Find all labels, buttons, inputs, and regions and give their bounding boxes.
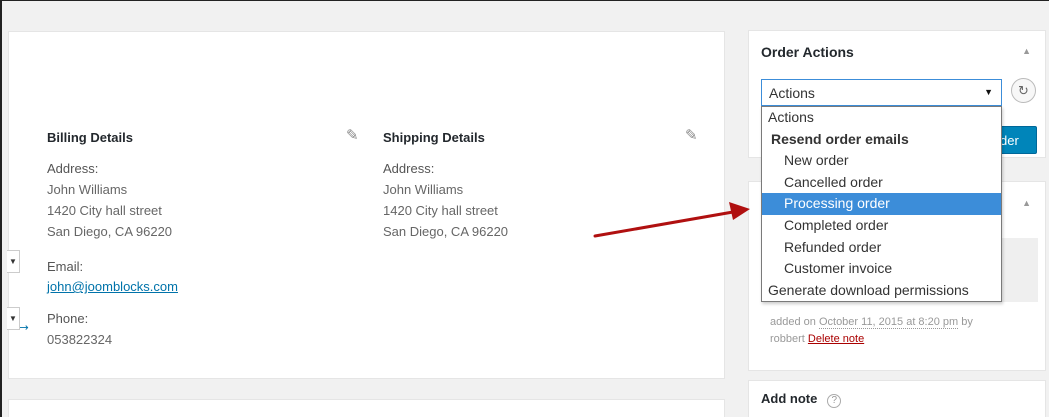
status-select-edge[interactable]: ▼ [7,250,20,273]
order-actions-select[interactable]: Actions ▼ [761,79,1002,106]
bottom-panel [8,399,725,417]
collapse-triangle-up-icon[interactable]: ▲ [1022,198,1031,208]
shipping-address-line: John Williams [383,182,464,197]
edit-billing-pencil-icon[interactable]: ✎ [346,126,359,144]
collapse-triangle-up-icon[interactable]: ▲ [1022,46,1031,56]
billing-address-line: 1420 City hall street [47,203,162,218]
question-circle-icon[interactable]: ? [827,394,842,408]
dropdown-option-actions[interactable]: Actions [762,107,1001,129]
annotation-arrow-shaft [593,210,735,238]
billing-address-label: Address: [47,161,99,176]
dropdown-option-refunded-order[interactable]: Refunded order [762,237,1001,259]
billing-phone-label: Phone: [47,311,89,326]
annotation-arrow-head [729,202,750,220]
note-meta: added on October 11, 2015 at 8:20 pm by … [770,314,973,348]
note-date: October 11, 2015 at 8:20 pm [818,316,959,329]
billing-email-link[interactable]: john@joomblocks.com [47,277,367,297]
note-added-prefix: added on [770,316,816,328]
dropdown-option-cancelled-order[interactable]: Cancelled order [762,172,1001,194]
billing-email-label: Email: [47,259,84,274]
dropdown-group-resend-emails: Resend order emails [771,130,909,147]
annotation-red-arrow-icon [593,202,750,238]
dropdown-option-processing-order[interactable]: Processing order [762,193,1001,215]
note-author: robbert [770,333,805,345]
order-actions-title: Order Actions [761,44,854,60]
refresh-icon[interactable]: ↻ [1011,78,1036,103]
billing-details-column: Billing Details ✎ Address: John Williams… [47,127,367,350]
order-actions-dropdown[interactable]: Actions Resend order emails New order Ca… [761,106,1002,302]
actions-select-value: Actions [769,85,815,101]
dropdown-option-generate-download-permissions[interactable]: Generate download permissions [762,280,1001,302]
add-note-label: Add note [761,391,818,406]
dropdown-option-completed-order[interactable]: Completed order [762,215,1001,237]
billing-details-title: Billing Details [47,130,133,145]
delete-note-link[interactable]: Delete note [808,333,864,345]
window-frame-left [0,0,2,417]
edit-shipping-pencil-icon[interactable]: ✎ [685,126,698,144]
shipping-details-title: Shipping Details [383,130,485,145]
caret-down-icon: ▼ [984,87,993,97]
customer-select-edge[interactable]: ▼ [7,307,20,330]
window-frame-top [0,0,1049,1]
add-note-box: Add note? [748,380,1046,417]
billing-address-line: San Diego, CA 96220 [47,224,173,239]
billing-phone-value: 053822324 [47,332,113,347]
add-note-title: Add note? [761,391,842,408]
dropdown-option-new-order[interactable]: New order [762,150,1001,172]
dropdown-option-customer-invoice[interactable]: Customer invoice [762,258,1001,280]
billing-address-line: John Williams [47,182,128,197]
note-by: by [961,316,973,328]
shipping-address-label: Address: [383,161,435,176]
